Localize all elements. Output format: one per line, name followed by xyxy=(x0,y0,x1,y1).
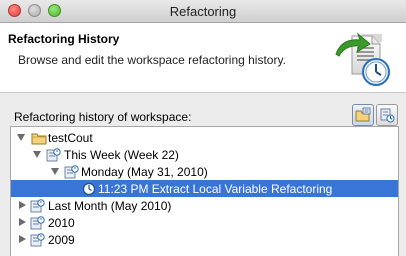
sort-by-date-icon xyxy=(380,108,395,123)
history-icon xyxy=(30,233,45,247)
tree-item-refactoring[interactable]: 11:23 PM Extract Local Variable Refactor… xyxy=(11,180,398,197)
sort-by-date-button[interactable] xyxy=(376,104,398,126)
tree-item-label: testCout xyxy=(48,131,93,145)
collapse-triangle-icon[interactable] xyxy=(51,168,59,175)
tree-item-year-2010[interactable]: 2010 xyxy=(11,214,398,231)
sort-by-project-icon xyxy=(355,107,371,122)
project-folder-icon xyxy=(31,133,47,145)
tree-item-week[interactable]: This Week (Week 22) xyxy=(11,146,398,163)
refactoring-history-tree[interactable]: testCout This Week (Week 22) Monday (May… xyxy=(10,126,399,256)
expand-triangle-icon[interactable] xyxy=(19,218,26,226)
refactoring-history-wizard-icon xyxy=(335,32,390,86)
history-icon xyxy=(30,199,45,213)
wizard-header: Refactoring History Browse and edit the … xyxy=(0,23,406,93)
tree-item-label: This Week (Week 22) xyxy=(64,148,179,162)
history-icon xyxy=(46,148,61,162)
tree-item-label: 2010 xyxy=(48,216,75,230)
collapse-triangle-icon[interactable] xyxy=(17,134,25,141)
tree-item-day[interactable]: Monday (May 31, 2010) xyxy=(11,163,398,180)
window-title: Refactoring xyxy=(169,4,237,19)
tree-item-year-2009[interactable]: 2009 xyxy=(11,231,398,248)
tree-item-label: 11:23 PM Extract Local Variable Refactor… xyxy=(98,182,333,196)
tree-item-label: Monday (May 31, 2010) xyxy=(81,165,208,179)
tree-item-project[interactable]: testCout xyxy=(11,129,398,146)
history-icon xyxy=(64,165,79,179)
page-description: Browse and edit the workspace refactorin… xyxy=(18,53,286,67)
tree-item-label: Last Month (May 2010) xyxy=(48,199,172,213)
expand-triangle-icon[interactable] xyxy=(19,235,26,243)
tree-item-label: 2009 xyxy=(48,233,75,247)
expand-triangle-icon[interactable] xyxy=(19,201,26,209)
page-title: Refactoring History xyxy=(8,32,120,46)
clock-icon xyxy=(82,182,96,196)
history-icon xyxy=(30,216,45,230)
tree-item-last-month[interactable]: Last Month (May 2010) xyxy=(11,197,398,214)
title-bar: Refactoring xyxy=(0,0,406,23)
collapse-triangle-icon[interactable] xyxy=(33,151,41,158)
sort-by-project-button[interactable] xyxy=(352,104,374,126)
history-label: Refactoring history of workspace: xyxy=(14,110,192,124)
